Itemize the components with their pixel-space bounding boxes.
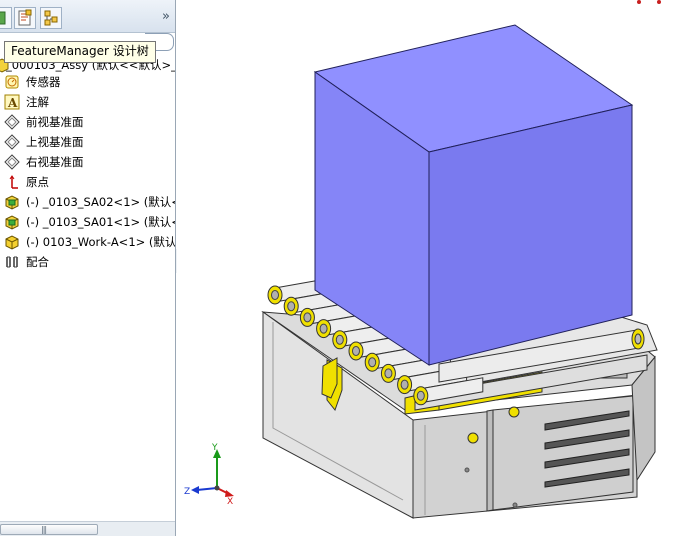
property-icon xyxy=(18,9,32,26)
tree-item-sensor[interactable]: 传感器 xyxy=(0,72,175,92)
feature-tree-icon xyxy=(0,11,6,25)
tree-item-label: (-) 0103_Work-A<1> (默认 xyxy=(26,235,176,249)
workpiece-block xyxy=(313,24,634,366)
tab-configuration-manager[interactable] xyxy=(40,7,62,29)
tab-feature-manager[interactable] xyxy=(0,7,12,29)
annotation-icon: A xyxy=(4,94,20,110)
scrollbar-grip: ||| xyxy=(41,525,47,534)
tree-item-label: (-) _0103_SA02<1> (默认< xyxy=(26,195,176,209)
horizontal-scrollbar[interactable]: ||| xyxy=(0,521,175,536)
coordinate-triad: Y Z X xyxy=(184,443,234,507)
roller-hub xyxy=(319,323,328,334)
tree-item-label: 注解 xyxy=(26,95,49,109)
roller-hub xyxy=(384,368,393,379)
tree-item-label: 上视基准面 xyxy=(26,135,84,149)
roller-hub xyxy=(271,290,279,300)
tree-item-sa01[interactable]: (-) _0103_SA01<1> (默认< xyxy=(0,212,176,232)
panel-tab-bar: » xyxy=(0,0,175,33)
tree-item-annotations[interactable]: A 注解 xyxy=(0,92,175,112)
tree-item-label: 前视基准面 xyxy=(26,115,84,129)
roller-hub xyxy=(303,312,312,323)
tree-item-sa02[interactable]: (-) _0103_SA02<1> (默认< xyxy=(0,192,176,212)
subassembly-icon xyxy=(5,195,19,210)
triad-y-label: Y xyxy=(211,443,218,453)
mates-icon xyxy=(6,256,18,268)
subassembly-icon xyxy=(5,215,19,230)
roller-hub xyxy=(368,357,377,368)
plane-icon xyxy=(4,114,20,130)
triad-z-label: Z xyxy=(184,487,190,497)
tree-item-mates[interactable]: 配合 xyxy=(0,252,175,272)
part-icon xyxy=(5,235,19,250)
viewport-marker-icon xyxy=(637,0,661,4)
tree-item-label: 传感器 xyxy=(26,75,61,89)
tree-item-label: 原点 xyxy=(26,175,49,189)
scrollbar-thumb[interactable]: ||| xyxy=(0,524,98,535)
plane-icon xyxy=(4,134,20,150)
tab-property-manager[interactable] xyxy=(14,7,36,29)
roller-hub xyxy=(335,334,344,345)
roller-hub xyxy=(400,379,409,390)
configuration-icon xyxy=(44,10,58,26)
tooltip: FeatureManager 设计树 xyxy=(4,41,156,63)
graphics-area[interactable]: Y Z X xyxy=(177,0,677,536)
tree-item-label: (-) _0103_SA01<1> (默认< xyxy=(26,215,176,229)
tree-item-origin[interactable]: 原点 xyxy=(0,172,175,192)
tree-item-right-plane[interactable]: 右视基准面 xyxy=(0,152,175,172)
tree-item-top-plane[interactable]: 上视基准面 xyxy=(0,132,175,152)
tree-item-label: 右视基准面 xyxy=(26,155,84,169)
svg-text:A: A xyxy=(7,96,18,110)
plane-icon xyxy=(4,154,20,170)
origin-icon xyxy=(9,175,18,189)
triad-x-label: X xyxy=(227,497,233,507)
roller-hub xyxy=(287,301,296,312)
tree-item-work-a[interactable]: (-) 0103_Work-A<1> (默认 xyxy=(0,232,176,252)
roller-hub xyxy=(352,346,360,356)
expand-chevron-icon[interactable]: » xyxy=(162,9,170,24)
tree-item-label: 配合 xyxy=(26,255,49,269)
sensor-icon xyxy=(5,75,19,89)
tree-item-front-plane[interactable]: 前视基准面 xyxy=(0,112,175,132)
roller-hub xyxy=(416,390,425,401)
feature-manager-panel: » FeatureManager 设计树 _000103_Assy (默认<<默… xyxy=(0,0,176,536)
assembly-model-view: Y Z X xyxy=(184,0,661,519)
